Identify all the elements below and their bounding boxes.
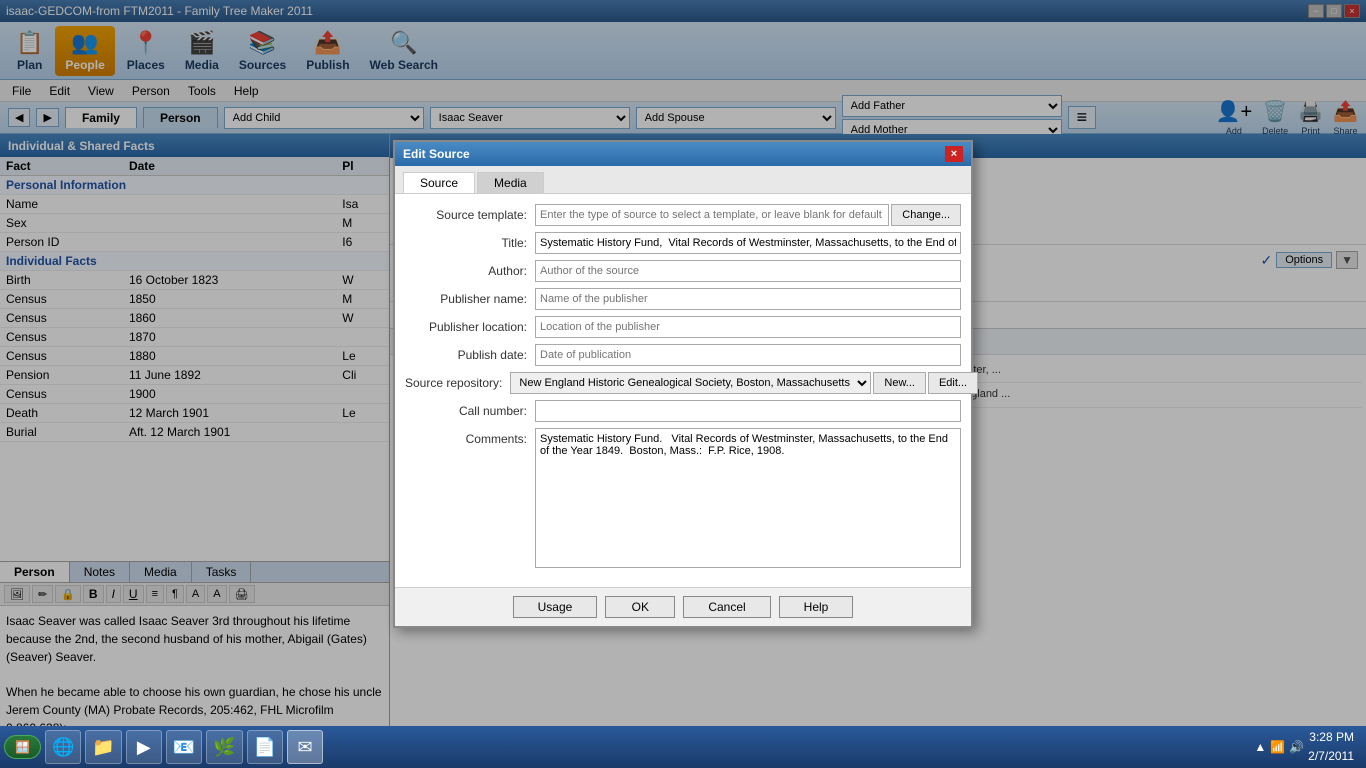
volume-icon: 🔊 bbox=[1289, 740, 1304, 754]
modal-tabs: Source Media bbox=[395, 166, 971, 194]
publish-date-input[interactable] bbox=[535, 344, 961, 366]
up-arrow-icon: ▲ bbox=[1254, 740, 1266, 754]
publisher-location-label: Publisher location: bbox=[405, 320, 535, 334]
title-input[interactable] bbox=[535, 232, 961, 254]
author-label: Author: bbox=[405, 264, 535, 278]
taskbar-explorer[interactable]: 📁 bbox=[85, 730, 121, 764]
source-repo-group: New England Historic Genealogical Societ… bbox=[510, 372, 978, 394]
publisher-name-label: Publisher name: bbox=[405, 292, 535, 306]
ok-btn[interactable]: OK bbox=[605, 596, 675, 618]
modal-body: Source template: Change... Title: Author… bbox=[395, 194, 971, 587]
call-number-row: Call number: bbox=[405, 400, 961, 422]
taskbar-clock: 3:28 PM 2/7/2011 bbox=[1308, 728, 1362, 766]
publish-date-label: Publish date: bbox=[405, 348, 535, 362]
modal-footer: Usage OK Cancel Help bbox=[395, 587, 971, 626]
source-repository-row: Source repository: New England Historic … bbox=[405, 372, 961, 394]
taskbar-notifications: ▲ 📶 🔊 bbox=[1254, 740, 1304, 754]
call-number-label: Call number: bbox=[405, 404, 535, 418]
comments-label: Comments: bbox=[405, 428, 535, 446]
title-label: Title: bbox=[405, 236, 535, 250]
usage-btn[interactable]: Usage bbox=[513, 596, 598, 618]
start-button[interactable]: 🪟 bbox=[4, 735, 41, 759]
comments-textarea[interactable]: Systematic History Fund. Vital Records o… bbox=[535, 428, 961, 568]
taskbar-pdf[interactable]: 📄 bbox=[247, 730, 283, 764]
publisher-location-row: Publisher location: bbox=[405, 316, 961, 338]
source-template-row: Source template: Change... bbox=[405, 204, 961, 226]
network-icon: 📶 bbox=[1270, 740, 1285, 754]
change-template-btn[interactable]: Change... bbox=[891, 204, 961, 226]
modal-tab-media[interactable]: Media bbox=[477, 172, 544, 193]
modal-title: Edit Source bbox=[403, 147, 470, 161]
windows-icon: 🪟 bbox=[15, 740, 30, 754]
modal-titlebar: Edit Source × bbox=[395, 142, 971, 166]
author-row: Author: bbox=[405, 260, 961, 282]
publish-date-row: Publish date: bbox=[405, 344, 961, 366]
source-repository-label: Source repository: bbox=[405, 376, 510, 390]
edit-repository-btn[interactable]: Edit... bbox=[928, 372, 978, 394]
help-btn[interactable]: Help bbox=[779, 596, 854, 618]
comments-row: Comments: Systematic History Fund. Vital… bbox=[405, 428, 961, 571]
taskbar-email[interactable]: 📧 bbox=[166, 730, 202, 764]
taskbar-ftm-active[interactable]: ✉ bbox=[287, 730, 323, 764]
source-template-field-group: Change... bbox=[535, 204, 961, 226]
cancel-btn[interactable]: Cancel bbox=[683, 596, 770, 618]
source-template-label: Source template: bbox=[405, 208, 535, 222]
taskbar-ie[interactable]: 🌐 bbox=[45, 730, 81, 764]
taskbar: 🪟 🌐 📁 ▶ 📧 🌿 📄 ✉ ▲ 📶 🔊 3:28 PM 2/7/2011 bbox=[0, 726, 1366, 768]
source-template-input[interactable] bbox=[535, 204, 889, 226]
publisher-location-input[interactable] bbox=[535, 316, 961, 338]
modal-overlay: Edit Source × Source Media Source templa… bbox=[0, 0, 1366, 768]
edit-source-modal: Edit Source × Source Media Source templa… bbox=[393, 140, 973, 628]
publisher-name-input[interactable] bbox=[535, 288, 961, 310]
modal-tab-source[interactable]: Source bbox=[403, 172, 475, 193]
source-repository-select[interactable]: New England Historic Genealogical Societ… bbox=[510, 372, 871, 394]
publisher-name-row: Publisher name: bbox=[405, 288, 961, 310]
call-number-input[interactable] bbox=[535, 400, 961, 422]
taskbar-ftm[interactable]: 🌿 bbox=[206, 730, 242, 764]
taskbar-media[interactable]: ▶ bbox=[126, 730, 162, 764]
title-row: Title: bbox=[405, 232, 961, 254]
author-input[interactable] bbox=[535, 260, 961, 282]
modal-close-button[interactable]: × bbox=[945, 146, 963, 162]
new-repository-btn[interactable]: New... bbox=[873, 372, 926, 394]
